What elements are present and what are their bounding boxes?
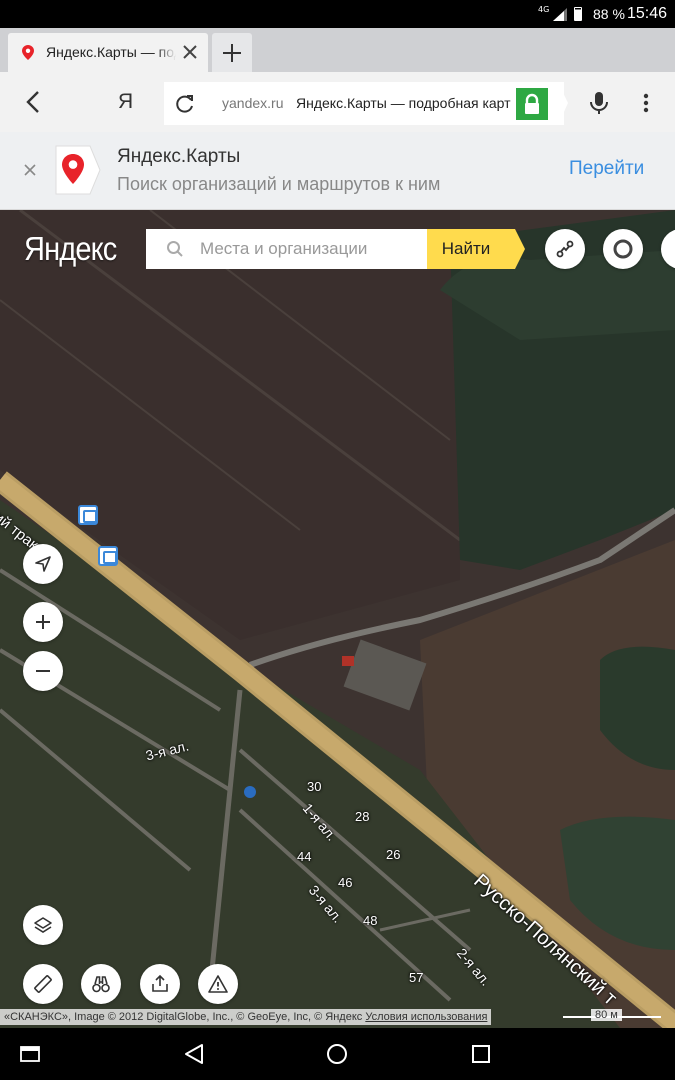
ruler-button[interactable] — [23, 964, 63, 1004]
minus-icon — [36, 670, 50, 672]
tab-strip: Яндекс.Карты — подробная — [0, 28, 675, 72]
close-icon[interactable] — [22, 162, 38, 178]
open-app-link[interactable]: Перейти — [569, 158, 644, 180]
banner-description: Поиск организаций и маршрутов к ним — [117, 174, 441, 194]
report-error-button[interactable] — [198, 964, 238, 1004]
house-number: 57 — [409, 970, 424, 985]
browser-tabs-icon[interactable] — [20, 1045, 40, 1063]
route-icon — [556, 240, 574, 258]
layers-icon — [34, 917, 52, 933]
find-button-arrow — [515, 229, 525, 269]
panorama-button[interactable] — [81, 964, 121, 1004]
scale-bar: 80 м — [563, 1009, 661, 1023]
search-input[interactable] — [200, 229, 422, 269]
clock: 15:46 — [627, 5, 668, 22]
house-number: 28 — [355, 809, 370, 824]
terms-link[interactable]: Условия использования — [365, 1011, 487, 1023]
plus-icon — [36, 615, 50, 629]
search-icon — [167, 241, 183, 257]
tab-title: Яндекс.Карты — подробная — [46, 44, 176, 60]
yandex-button[interactable]: Я — [118, 90, 133, 114]
lock-icon — [525, 93, 539, 114]
binoculars-icon — [92, 976, 110, 993]
share-button[interactable] — [140, 964, 180, 1004]
map-copyright: «СКАНЭКС», Image © 2012 DigitalGlobe, In… — [0, 1009, 492, 1025]
yandex-logo[interactable]: Яндекс — [24, 230, 117, 268]
share-icon — [152, 974, 168, 992]
layers-button[interactable] — [23, 905, 63, 945]
browser-tab[interactable]: Яндекс.Карты — подробная — [8, 33, 208, 72]
scale-label: 80 м — [591, 1009, 622, 1021]
signal-icon — [553, 8, 567, 21]
url-domain: yandex.ru — [222, 95, 284, 111]
system-nav-bar — [0, 1028, 675, 1080]
secure-lock-button[interactable] — [516, 88, 548, 120]
house-number: 44 — [297, 849, 312, 864]
locate-me-button[interactable] — [23, 544, 63, 584]
bus-stop-icon[interactable] — [78, 505, 98, 525]
house-number: 30 — [307, 779, 322, 794]
close-icon[interactable] — [180, 42, 200, 62]
map-search-box[interactable] — [146, 229, 427, 269]
menu-icon[interactable] — [636, 92, 656, 114]
warning-icon — [208, 975, 228, 993]
omnibox-arrow — [558, 82, 568, 125]
home-icon[interactable] — [326, 1043, 348, 1065]
omnibox[interactable]: yandex.ru Яндекс.Карты — подробная карта — [164, 82, 568, 125]
map-view[interactable]: Яндекс Найти ский тракт Русско-Полянский… — [0, 210, 675, 1028]
yandex-maps-app-icon — [55, 145, 101, 195]
reload-icon[interactable] — [174, 93, 196, 115]
network-indicator: 4G — [538, 5, 550, 14]
routes-button[interactable] — [545, 229, 585, 269]
ruler-icon — [34, 975, 52, 993]
status-bar: 4G 88 % 15:46 — [0, 0, 675, 28]
house-number: 48 — [363, 913, 378, 928]
plus-icon — [223, 44, 241, 62]
microphone-icon[interactable] — [588, 90, 610, 116]
zoom-in-button[interactable] — [23, 602, 63, 642]
address-bar: Я yandex.ru Яндекс.Карты — подробная кар… — [0, 72, 675, 132]
traffic-button[interactable] — [603, 229, 643, 269]
back-icon[interactable] — [183, 1043, 205, 1065]
traffic-icon — [613, 239, 633, 259]
back-button[interactable] — [20, 89, 46, 115]
url-page-title: Яндекс.Карты — подробная карта — [296, 95, 511, 111]
battery-percentage: 88 % — [593, 6, 625, 22]
app-install-banner: Яндекс.Карты Поиск организаций и маршрут… — [0, 132, 675, 210]
zoom-out-button[interactable] — [23, 651, 63, 691]
map-pin-icon — [22, 45, 34, 60]
bus-stop-icon[interactable] — [98, 546, 118, 566]
recent-apps-icon[interactable] — [471, 1044, 491, 1064]
battery-icon — [574, 7, 582, 21]
new-tab-button[interactable] — [212, 33, 252, 72]
find-button[interactable]: Найти — [427, 229, 515, 269]
copyright-text: «СКАНЭКС», Image © 2012 DigitalGlobe, In… — [4, 1011, 363, 1023]
house-number: 46 — [338, 875, 353, 890]
location-arrow-icon — [35, 556, 51, 572]
house-number: 26 — [386, 847, 401, 862]
banner-app-name: Яндекс.Карты — [117, 146, 241, 167]
